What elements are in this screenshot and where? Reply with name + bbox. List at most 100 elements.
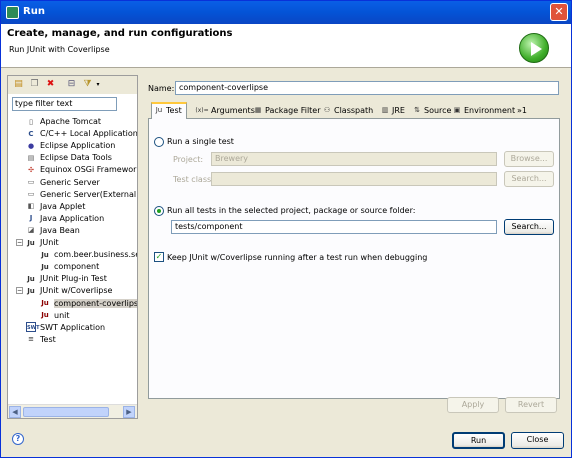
tree-item-label: component [54, 262, 100, 272]
java-app-icon: J [29, 214, 33, 223]
tab-classpath[interactable]: ⚇ Classpath [320, 104, 373, 119]
close-button[interactable]: Close [511, 432, 564, 449]
tab-test-tab[interactable]: Ju Test [151, 102, 187, 120]
scroll-thumb[interactable] [23, 407, 109, 417]
tree-item[interactable]: ≡ Test [26, 334, 56, 346]
filter-input[interactable]: type filter text [12, 97, 117, 111]
tab-label: Arguments [211, 106, 255, 115]
tree-item-label: Apache Tomcat [40, 117, 102, 126]
coverlipse-test-icon: Ju [41, 311, 49, 320]
junit-icon: Ju [27, 238, 35, 247]
help-icon[interactable]: ? [12, 433, 24, 445]
tree-item-label: JUnit w/Coverlipse [40, 286, 113, 296]
run-button[interactable]: Run [452, 432, 505, 449]
tree-item[interactable]: J Java Application [26, 213, 104, 225]
osgi-icon: ✣ [28, 165, 34, 174]
tree-item-label: JUnit [40, 238, 59, 247]
server-icon: ▭ [27, 178, 35, 186]
scroll-left-icon[interactable]: ◀ [9, 406, 21, 418]
source-folder-field[interactable]: tests/component [171, 220, 497, 234]
run-single-test-radio[interactable] [154, 137, 164, 147]
tree-item[interactable]: Ju unit [40, 310, 70, 322]
tree-item-label: Java Application [40, 213, 105, 223]
tree-item[interactable]: − Ju JUnit [16, 237, 59, 249]
classpath-icon: ⚇ [323, 106, 331, 114]
arguments-icon: (x)= [195, 107, 209, 114]
tree-item-label: Java Bean [40, 225, 80, 235]
coverlipse-test-icon: Ju [41, 299, 49, 307]
tab-arguments[interactable]: (x)= Arguments [193, 104, 255, 119]
tree-item-label: SWT Application [40, 322, 106, 332]
tree-item[interactable]: ▯ Apache Tomcat [26, 116, 101, 128]
tab-label: Source [424, 106, 452, 115]
junit-test-icon: Ju [41, 250, 49, 259]
close-window-button[interactable]: ✕ [550, 3, 568, 21]
collapse-toggle-icon[interactable]: − [16, 287, 23, 295]
tab-label: Package Filter [265, 106, 321, 115]
run-banner-icon [519, 33, 549, 63]
tree-item[interactable]: ▤ Eclipse Data Tools [26, 152, 112, 164]
horizontal-scrollbar[interactable]: ◀ ▶ [8, 404, 137, 418]
config-tabs: Ju Test (x)= Arguments ▦ Package Filter ⚇ Class… [148, 102, 560, 120]
collapse-toggle-icon[interactable]: − [16, 239, 23, 246]
tomcat-icon: ▯ [29, 117, 33, 126]
new-launch-config-icon[interactable]: ▤ [13, 79, 24, 90]
tree-item[interactable]: − Ju JUnit w/Coverlipse [16, 285, 113, 297]
test-tab-panel: Run a single test Project: Brewery Brows… [148, 119, 560, 399]
tree-item-label: Test [40, 334, 56, 344]
keep-running-label: Keep JUnit w/Coverlipse running after a … [167, 253, 428, 262]
tab-label: »1 [517, 106, 527, 115]
tree-item[interactable]: Ju JUnit Plug-in Test [26, 273, 107, 285]
search-folder-button[interactable]: Search... [504, 219, 554, 235]
keep-running-checkbox[interactable]: ✓ [154, 252, 164, 262]
filter-menu-chevron-icon[interactable]: ▾ [95, 79, 101, 90]
configurations-tree: ▯ Apache Tomcat C C/C++ Local Application ● E… [8, 114, 137, 402]
project-field[interactable]: Brewery [211, 152, 497, 166]
tree-item-label: unit [54, 310, 70, 320]
collapse-all-icon[interactable]: ⊟ [66, 79, 77, 90]
tree-item[interactable]: Ju com.beer.business.ser [40, 249, 137, 261]
data-tools-icon: ▤ [27, 153, 35, 162]
run-dialog: Run ✕ Create, manage, and run configurat… [0, 0, 572, 458]
tree-item-label: Eclipse Data Tools [40, 153, 112, 163]
search-test-class-button[interactable]: Search... [504, 171, 554, 187]
tree-item[interactable]: Ju component [40, 261, 99, 273]
tab-source[interactable]: ⇅ Source [410, 104, 451, 119]
tab-label: Environment [464, 106, 516, 115]
c-app-icon: C [28, 129, 34, 138]
configurations-pane: ▤ ❐ ✖ ⊟ ⧩ ▾ type filter text ▯ Apache Tom… [7, 75, 138, 419]
filter-icon[interactable]: ⧩ [82, 79, 93, 90]
apply-button[interactable]: Apply [447, 397, 499, 413]
configurations-toolbar: ▤ ❐ ✖ ⊟ ⧩ ▾ [8, 76, 137, 94]
tree-item-label: C/C++ Local Application [40, 129, 137, 139]
environment-icon: ▣ [453, 106, 461, 114]
browse-button[interactable]: Browse... [504, 151, 554, 167]
test-class-field[interactable] [211, 172, 497, 186]
tree-item-label: JUnit Plug-in Test [40, 274, 107, 284]
configuration-editor: Name: component-coverlipse Ju Test (x)= Arg… [141, 75, 565, 419]
tree-item[interactable]: ✣ Equinox OSGi Framework [26, 164, 137, 176]
tree-item[interactable]: C C/C++ Local Application [26, 128, 137, 140]
run-all-tests-radio[interactable] [154, 206, 164, 216]
tree-item[interactable]: SWTSWT Application [26, 322, 105, 334]
tab-jre[interactable]: ▥ JRE [378, 104, 405, 119]
title-bar[interactable]: Run ✕ [1, 1, 571, 24]
tab-package[interactable]: ▦ Package Filter [251, 104, 321, 119]
revert-button[interactable]: Revert [505, 397, 557, 413]
tab-more-tabs[interactable]: »1 [515, 104, 527, 119]
name-label: Name: [148, 84, 175, 93]
tree-item[interactable]: ▭ Generic Server [26, 177, 100, 189]
duplicate-icon[interactable]: ❐ [29, 79, 40, 90]
test-icon: ≡ [28, 335, 34, 344]
tree-item[interactable]: ▭ Generic Server(External La [26, 189, 137, 201]
name-input[interactable]: component-coverlipse [175, 81, 559, 95]
delete-icon[interactable]: ✖ [45, 79, 56, 90]
tree-item[interactable]: Ju component-coverlipse [40, 298, 137, 310]
scroll-right-icon[interactable]: ▶ [123, 406, 135, 418]
project-label: Project: [173, 155, 204, 164]
tree-item[interactable]: ◧ Java Applet [26, 201, 86, 213]
tab-environment[interactable]: ▣ Environment [450, 104, 515, 119]
tree-item[interactable]: ◪ Java Bean [26, 225, 80, 237]
tree-item-label: Eclipse Application [40, 141, 116, 151]
tree-item[interactable]: ● Eclipse Application [26, 140, 115, 152]
